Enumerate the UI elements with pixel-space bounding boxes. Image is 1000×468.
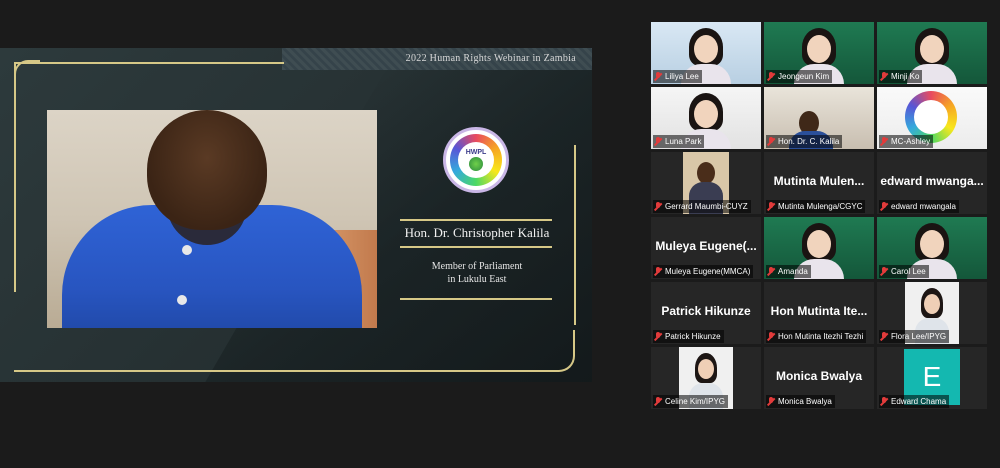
muted-mic-icon	[880, 397, 888, 406]
participant-name-label: Liliya Lee	[653, 70, 702, 83]
participant-name: Amanda	[778, 267, 808, 276]
participant-name-label: Hon Mutinta Itezhi Tezhi	[766, 330, 867, 343]
frame-line-bottom	[14, 370, 559, 372]
muted-mic-icon	[767, 202, 775, 211]
participant-name: Luna Park	[665, 137, 702, 146]
participant-tile[interactable]: edward mwanga... edward mwangala	[877, 152, 987, 214]
participant-name-label: Flora Lee/IPYG	[879, 330, 950, 343]
participant-name-label: Jeongeun Kim	[766, 70, 833, 83]
muted-mic-icon	[654, 397, 662, 406]
participant-name: edward mwangala	[891, 202, 956, 211]
shirt-button	[177, 295, 187, 305]
participant-name: Edward Chama	[891, 397, 947, 406]
participant-name-label: Luna Park	[653, 135, 705, 148]
frame-corner-bottom	[545, 330, 575, 372]
participant-tile[interactable]: Flora Lee/IPYG	[877, 282, 987, 344]
speaker-name: Hon. Dr. Christopher Kalila	[404, 225, 550, 240]
participant-tile[interactable]: Minji Ko	[877, 22, 987, 84]
muted-mic-icon	[767, 397, 775, 406]
participant-name-label: Celine Kim/IPYG	[653, 395, 729, 408]
speaker-role: Member of Parliament in Lukulu East	[392, 260, 562, 286]
participant-tile[interactable]: Carol Lee	[877, 217, 987, 279]
participant-name: Carol Lee	[891, 267, 926, 276]
muted-mic-icon	[654, 137, 662, 146]
participant-name: MC-Ashley	[891, 137, 931, 146]
participant-tile[interactable]: Jeongeun Kim	[764, 22, 874, 84]
participant-name-label: edward mwangala	[879, 200, 959, 213]
muted-mic-icon	[880, 72, 888, 81]
participant-tile[interactable]: MC-Ashley	[877, 87, 987, 149]
participant-name-label: Mutinta Mulenga/CGYC	[766, 200, 866, 213]
participant-tile[interactable]: Hon. Dr. C. Kalila	[764, 87, 874, 149]
participant-display-name: edward mwanga...	[880, 174, 984, 188]
name-divider-bottom	[400, 246, 552, 248]
participant-tile[interactable]: Monica Bwalya Monica Bwalya	[764, 347, 874, 409]
speaker-video	[47, 110, 377, 328]
participant-name: Celine Kim/IPYG	[665, 397, 726, 406]
participant-display-name: Mutinta Mulen...	[773, 174, 865, 188]
logo-text: HWPL	[465, 149, 487, 156]
participant-name: Flora Lee/IPYG	[891, 332, 947, 341]
frame-line-left	[14, 62, 16, 292]
muted-mic-icon	[767, 267, 775, 276]
hwpl-logo: HWPL	[443, 127, 509, 193]
participant-name: Mutinta Mulenga/CGYC	[778, 202, 863, 211]
participant-display-name: Muleya Eugene(...	[655, 239, 757, 253]
muted-mic-icon	[767, 72, 775, 81]
muted-mic-icon	[654, 202, 662, 211]
participant-display-name: Patrick Hikunze	[661, 304, 751, 318]
participant-name: Hon. Dr. C. Kalila	[778, 137, 840, 146]
muted-mic-icon	[654, 72, 662, 81]
name-divider-top	[400, 219, 552, 221]
muted-mic-icon	[880, 137, 888, 146]
participant-tile[interactable]: Mutinta Mulen... Mutinta Mulenga/CGYC	[764, 152, 874, 214]
participant-tile[interactable]: Muleya Eugene(... Muleya Eugene(MMCA)	[651, 217, 761, 279]
muted-mic-icon	[880, 267, 888, 276]
participant-name: Muleya Eugene(MMCA)	[665, 267, 751, 276]
participant-name-label: MC-Ashley	[879, 135, 934, 148]
frame-line-top	[14, 62, 284, 64]
speaker-role-line1: Member of Parliament	[431, 261, 523, 272]
participant-name: Jeongeun Kim	[778, 72, 830, 81]
participant-name-label: Hon. Dr. C. Kalila	[766, 135, 843, 148]
participant-name-label: Minji Ko	[879, 70, 923, 83]
participant-tile[interactable]: Gerrard Maumbi-CUYZ	[651, 152, 761, 214]
participant-name: Patrick Hikunze	[665, 332, 721, 341]
participant-name-label: Patrick Hikunze	[653, 330, 724, 343]
banner-bar: 2022 Human Rights Webinar in Zambia	[282, 48, 592, 70]
participant-name: Monica Bwalya	[778, 397, 832, 406]
speaker-role-line2: in Lukulu East	[447, 274, 507, 285]
participant-display-name: Hon Mutinta Ite...	[770, 304, 868, 318]
role-divider	[400, 298, 552, 300]
participant-name-label: Edward Chama	[879, 395, 950, 408]
participant-tile[interactable]: Celine Kim/IPYG	[651, 347, 761, 409]
speaker-head	[147, 110, 267, 230]
participant-tile[interactable]: Hon Mutinta Ite... Hon Mutinta Itezhi Tez…	[764, 282, 874, 344]
participant-tile[interactable]: Liliya Lee	[651, 22, 761, 84]
participant-name-label: Amanda	[766, 265, 811, 278]
muted-mic-icon	[880, 202, 888, 211]
participant-name: Gerrard Maumbi-CUYZ	[665, 202, 748, 211]
participant-tile[interactable]: Luna Park	[651, 87, 761, 149]
participant-name-label: Carol Lee	[879, 265, 929, 278]
participant-display-name: Monica Bwalya	[775, 369, 863, 383]
participant-tile[interactable]: Amanda	[764, 217, 874, 279]
participant-name-label: Muleya Eugene(MMCA)	[653, 265, 754, 278]
muted-mic-icon	[654, 332, 662, 341]
shirt-button	[182, 245, 192, 255]
participant-name-label: Gerrard Maumbi-CUYZ	[653, 200, 751, 213]
participant-name: Liliya Lee	[665, 72, 699, 81]
frame-line-right	[574, 145, 576, 325]
participant-tile[interactable]: Patrick Hikunze Patrick Hikunze	[651, 282, 761, 344]
banner-title: 2022 Human Rights Webinar in Zambia	[405, 53, 576, 64]
muted-mic-icon	[880, 332, 888, 341]
participant-tile[interactable]: E Edward Chama	[877, 347, 987, 409]
participant-name-label: Monica Bwalya	[766, 395, 835, 408]
participant-name: Minji Ko	[891, 72, 920, 81]
muted-mic-icon	[767, 137, 775, 146]
participant-name: Hon Mutinta Itezhi Tezhi	[778, 332, 864, 341]
muted-mic-icon	[654, 267, 662, 276]
globe-icon	[469, 157, 483, 171]
muted-mic-icon	[767, 332, 775, 341]
